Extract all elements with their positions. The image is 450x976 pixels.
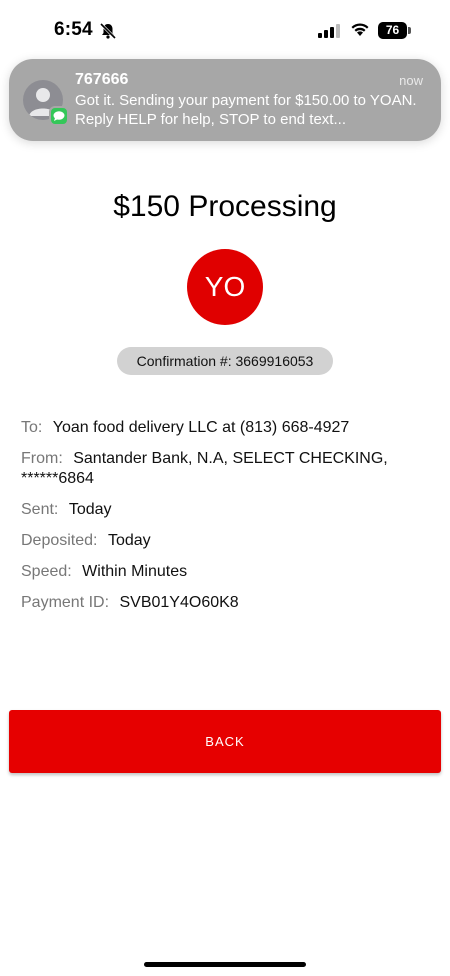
battery-icon: 76 (378, 22, 412, 39)
detail-row-deposited: Deposited: Today (21, 531, 431, 551)
payment-details: To: Yoan food delivery LLC at (813) 668-… (21, 418, 431, 624)
messages-app-icon (49, 106, 69, 126)
payment-id-label: Payment ID: (21, 594, 110, 611)
wifi-icon (351, 23, 369, 36)
to-value: Yoan food delivery LLC at (813) 668-4927 (52, 419, 350, 436)
deposited-label: Deposited: (21, 532, 98, 549)
recipient-initials-avatar: YO (187, 249, 263, 325)
sent-value: Today (68, 501, 112, 518)
bell-slash-icon (99, 22, 117, 40)
from-value: Santander Bank, N.A, SELECT CHECKING, **… (21, 450, 388, 487)
detail-row-sent: Sent: Today (21, 500, 431, 520)
from-label: From: (21, 450, 63, 467)
notification-message: Got it. Sending your payment for $150.00… (75, 92, 417, 128)
confirmation-number-badge: Confirmation #: 3669916053 (117, 347, 333, 375)
detail-row-to: To: Yoan food delivery LLC at (813) 668-… (21, 418, 431, 438)
detail-row-speed: Speed: Within Minutes (21, 562, 431, 582)
sms-notification-banner[interactable]: 767666 now Got it. Sending your payment … (9, 59, 441, 141)
payment-status-screen: 6:54 76 767666 now Got it. Sending your … (0, 0, 450, 976)
payment-id-value: SVB01Y4O60K8 (119, 594, 239, 611)
deposited-value: Today (107, 532, 151, 549)
speed-value: Within Minutes (82, 563, 188, 580)
battery-tip (408, 27, 411, 34)
notification-sender: 767666 (75, 71, 129, 88)
notification-time: now (399, 73, 423, 88)
status-time: 6:54 (54, 19, 93, 40)
back-button[interactable]: BACK (9, 710, 441, 773)
to-label: To: (21, 419, 43, 436)
payment-status-title: $150 Processing (113, 190, 337, 223)
status-bar: 6:54 76 (0, 0, 450, 60)
sent-label: Sent: (21, 501, 59, 518)
cellular-signal-icon (318, 24, 340, 38)
home-indicator[interactable] (144, 962, 306, 967)
speed-label: Speed: (21, 563, 72, 580)
battery-level: 76 (378, 22, 407, 39)
detail-row-from: From: Santander Bank, N.A, SELECT CHECKI… (21, 449, 431, 489)
detail-row-payment-id: Payment ID: SVB01Y4O60K8 (21, 593, 431, 613)
